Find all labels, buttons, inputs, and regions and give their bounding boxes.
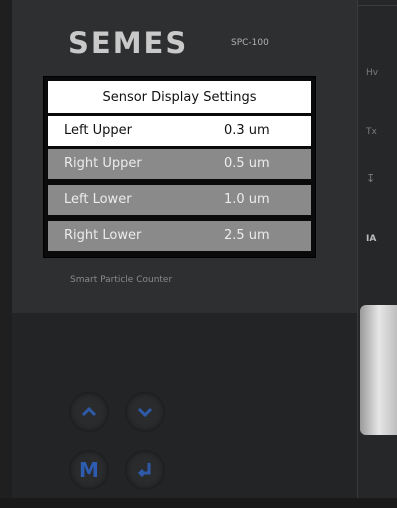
sensor-value: 1.0 um bbox=[224, 192, 270, 207]
sensor-row-left-upper[interactable]: Left Upper 0.3 um bbox=[48, 116, 311, 146]
enter-icon bbox=[137, 463, 151, 478]
side-label-1: Hv bbox=[366, 68, 379, 78]
device-subtitle: Smart Particle Counter bbox=[70, 275, 173, 285]
menu-button[interactable]: M bbox=[69, 450, 109, 490]
side-roller bbox=[360, 305, 397, 435]
brand-logo: SEMES bbox=[68, 26, 189, 60]
side-label-3: IA bbox=[366, 234, 377, 244]
sensor-value: 0.3 um bbox=[224, 123, 270, 138]
enter-button[interactable] bbox=[125, 450, 165, 490]
side-divider bbox=[358, 5, 397, 6]
sensor-name: Left Upper bbox=[64, 123, 132, 138]
keypad-area bbox=[12, 313, 357, 498]
side-arrow-icon: ↧ bbox=[366, 172, 376, 185]
sensor-value: 2.5 um bbox=[224, 228, 270, 243]
sensor-row-right-lower[interactable]: Right Lower 2.5 um bbox=[48, 221, 311, 251]
menu-label: M bbox=[79, 458, 99, 482]
sensor-row-right-upper[interactable]: Right Upper 0.5 um bbox=[48, 149, 311, 179]
chevron-up-icon bbox=[81, 406, 97, 417]
sensor-name: Right Upper bbox=[64, 156, 142, 171]
device-frame: Hv Tx ↧ IA SEMES SPC-100 Smart Particle … bbox=[0, 0, 397, 508]
sensor-name: Left Lower bbox=[64, 192, 132, 207]
model-label: SPC-100 bbox=[231, 38, 269, 48]
screen-title: Sensor Display Settings bbox=[48, 81, 311, 113]
chevron-down-icon bbox=[137, 407, 153, 418]
sensor-name: Right Lower bbox=[64, 228, 142, 243]
down-button[interactable] bbox=[125, 392, 165, 432]
sensor-value: 0.5 um bbox=[224, 156, 270, 171]
side-rail: Hv Tx ↧ IA bbox=[357, 0, 397, 508]
lcd-screen: Sensor Display Settings Left Upper 0.3 u… bbox=[43, 76, 316, 258]
up-button[interactable] bbox=[69, 392, 109, 432]
side-label-2: Tx bbox=[366, 127, 377, 137]
sensor-row-left-lower[interactable]: Left Lower 1.0 um bbox=[48, 185, 311, 215]
device-base bbox=[0, 498, 397, 508]
